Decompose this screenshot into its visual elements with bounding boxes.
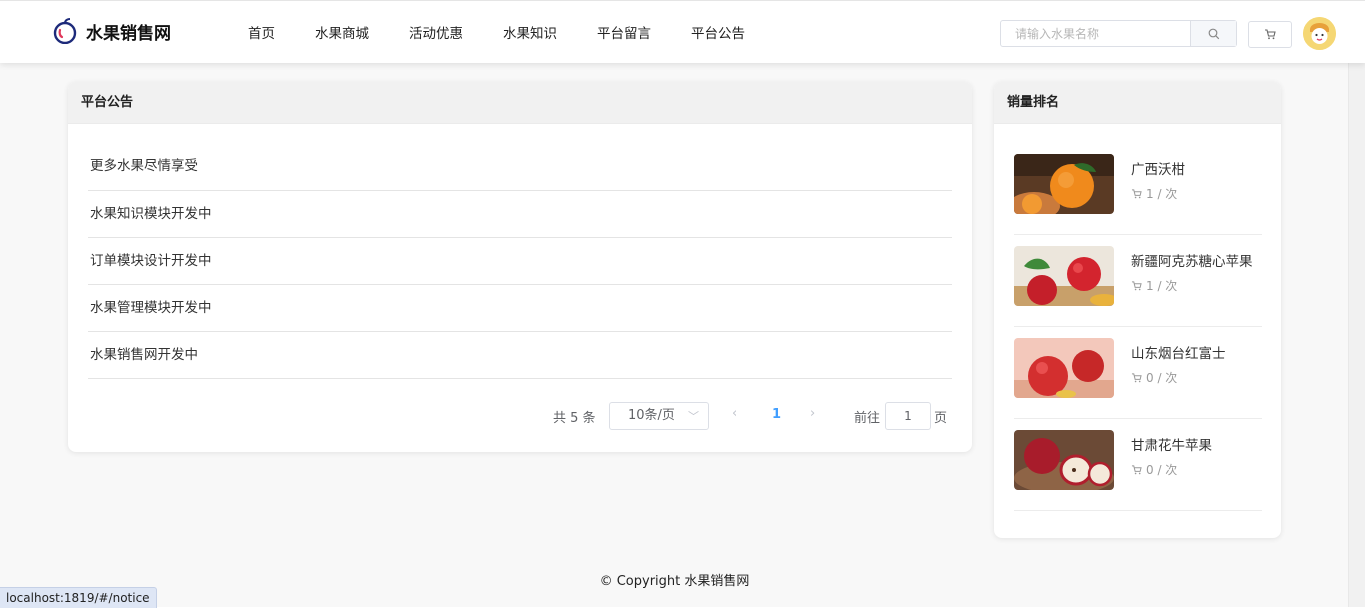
avatar-icon [1303, 17, 1336, 50]
cart-icon [1131, 280, 1142, 290]
announcement-item[interactable]: 水果知识模块开发中 [88, 191, 952, 238]
main-nav: 首页 水果商城 活动优惠 水果知识 平台留言 平台公告 [248, 1, 785, 63]
site-logo-text: 水果销售网 [86, 23, 171, 44]
search-input[interactable] [1001, 21, 1190, 46]
page-size-select[interactable]: 10条/页 ﹀ [609, 402, 709, 430]
announcement-item[interactable]: 水果管理模块开发中 [88, 285, 952, 332]
sales-ranking-title: 销量排名 [994, 82, 1281, 124]
sales-count: 0 / 次 [1131, 461, 1177, 478]
cart-icon [1131, 464, 1142, 474]
goto-label: 前往 [854, 411, 881, 426]
cart-icon [1265, 29, 1276, 40]
search-box [1000, 20, 1237, 47]
footer-copyright: © Copyright 水果销售网 [599, 574, 750, 589]
status-bar-url: localhost:1819/#/notice [0, 587, 157, 608]
sales-count-value: 1 / 次 [1146, 279, 1178, 293]
cart-icon [1131, 372, 1142, 382]
top-header: 水果销售网 首页 水果商城 活动优惠 水果知识 平台留言 平台公告 [0, 0, 1365, 63]
chevron-down-icon: ﹀ [688, 410, 699, 423]
nav-messages[interactable]: 平台留言 [597, 22, 651, 42]
pagination-page-current[interactable]: 1 [772, 407, 781, 422]
search-icon [1208, 28, 1219, 39]
ranking-item[interactable]: 山东烟台红富士 0 / 次 [1014, 327, 1262, 419]
nav-announcements[interactable]: 平台公告 [691, 22, 745, 42]
product-name: 山东烟台红富士 [1131, 346, 1226, 362]
page-size-value: 10条/页 [628, 408, 675, 423]
mandarin-image [1014, 154, 1114, 214]
next-page-icon[interactable]: › [810, 406, 815, 421]
nav-home[interactable]: 首页 [248, 22, 275, 42]
pagination: 共 5 条 10条/页 ﹀ ‹ 1 › 前往 1 页 [68, 402, 972, 430]
cart-button[interactable] [1248, 21, 1292, 48]
sales-ranking-panel: 销量排名 广西沃柑 1 / 次 新疆阿克苏糖心苹果 1 / 次 山东烟台红富士 … [994, 82, 1281, 538]
goto-unit-label: 页 [934, 411, 948, 426]
nav-fruit-mall[interactable]: 水果商城 [315, 22, 369, 42]
nav-fruit-knowledge[interactable]: 水果知识 [503, 22, 557, 42]
sales-count: 0 / 次 [1131, 369, 1177, 386]
ranking-list: 广西沃柑 1 / 次 新疆阿克苏糖心苹果 1 / 次 山东烟台红富士 0 / 次… [1014, 143, 1262, 511]
cart-icon [1131, 188, 1142, 198]
ranking-item[interactable]: 新疆阿克苏糖心苹果 1 / 次 [1014, 235, 1262, 327]
announcement-item[interactable]: 更多水果尽情享受 [88, 143, 952, 191]
sales-count-value: 1 / 次 [1146, 187, 1178, 201]
ranking-item[interactable]: 甘肃花牛苹果 0 / 次 [1014, 419, 1262, 511]
announcements-panel: 平台公告 更多水果尽情享受 水果知识模块开发中 订单模块设计开发中 水果管理模块… [68, 82, 972, 452]
apple-image [1014, 246, 1114, 306]
pagination-total: 共 5 条 [553, 411, 596, 426]
search-button[interactable] [1190, 21, 1236, 46]
prev-page-icon[interactable]: ‹ [732, 406, 737, 421]
sales-count: 1 / 次 [1131, 185, 1177, 202]
product-name: 甘肃花牛苹果 [1131, 438, 1212, 454]
vertical-scrollbar[interactable] [1348, 62, 1365, 607]
sales-count-value: 0 / 次 [1146, 463, 1178, 477]
sales-count-value: 0 / 次 [1146, 371, 1178, 385]
nav-promotions[interactable]: 活动优惠 [409, 22, 463, 42]
ranking-item[interactable]: 广西沃柑 1 / 次 [1014, 143, 1262, 235]
announcement-list: 更多水果尽情享受 水果知识模块开发中 订单模块设计开发中 水果管理模块开发中 水… [88, 143, 952, 379]
site-logo[interactable]: 水果销售网 [52, 18, 171, 44]
sales-count: 1 / 次 [1131, 277, 1177, 294]
user-avatar[interactable] [1303, 17, 1336, 50]
apple-image [1014, 430, 1114, 490]
product-name: 新疆阿克苏糖心苹果 [1131, 254, 1253, 270]
apple-image [1014, 338, 1114, 398]
announcement-item[interactable]: 水果销售网开发中 [88, 332, 952, 379]
product-name: 广西沃柑 [1131, 162, 1185, 178]
goto-page-input[interactable]: 1 [885, 402, 931, 430]
announcement-item[interactable]: 订单模块设计开发中 [88, 238, 952, 285]
fruit-logo-icon [53, 18, 77, 44]
announcements-panel-title: 平台公告 [68, 82, 972, 124]
